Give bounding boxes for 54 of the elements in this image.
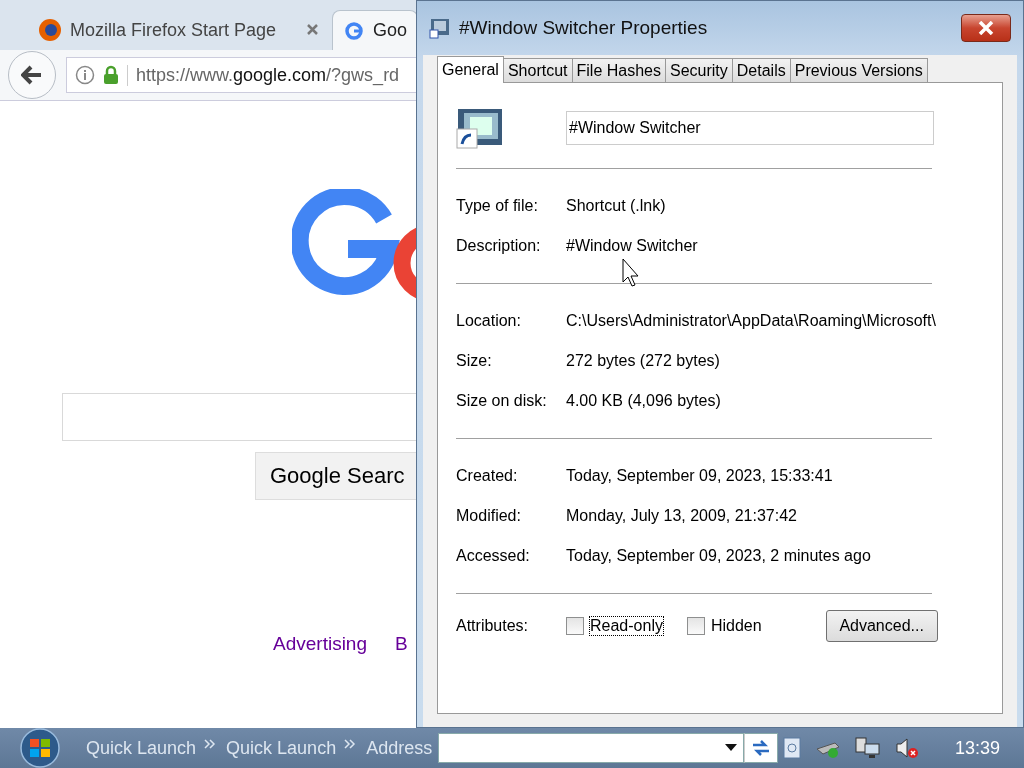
dialog-tab[interactable]: File Hashes bbox=[571, 58, 666, 83]
property-label: Modified: bbox=[456, 507, 522, 525]
checkbox[interactable] bbox=[566, 617, 584, 635]
property-value: Today, September 09, 2023, 2 minutes ago bbox=[566, 547, 871, 565]
dialog-tab[interactable]: Previous Versions bbox=[789, 58, 928, 83]
url-text: https://www.google.com/?gws_rd bbox=[127, 64, 400, 86]
property-value: 272 bytes (272 bytes) bbox=[566, 352, 720, 370]
close-tab-icon[interactable] bbox=[307, 24, 318, 35]
property-value: Monday, July 13, 2009, 21:37:42 bbox=[566, 507, 797, 525]
dialog-tab[interactable]: Details bbox=[731, 58, 791, 83]
lock-icon bbox=[103, 65, 119, 85]
property-label: Accessed: bbox=[456, 547, 531, 565]
name-field[interactable]: #Window Switcher bbox=[566, 111, 934, 145]
property-value: Today, September 09, 2023, 15:33:41 bbox=[566, 467, 833, 485]
back-button[interactable] bbox=[8, 51, 56, 99]
checkbox-label[interactable]: Hidden bbox=[710, 617, 762, 635]
advanced-button[interactable]: Advanced... bbox=[825, 610, 938, 642]
property-value: #Window Switcher bbox=[566, 237, 698, 255]
dialog-tab[interactable]: Shortcut bbox=[502, 58, 573, 83]
property-label: Created: bbox=[456, 467, 519, 485]
property-value: 4.00 KB (4,096 bytes) bbox=[566, 392, 721, 410]
back-arrow-icon bbox=[21, 65, 43, 85]
cursor-icon bbox=[622, 258, 642, 288]
property-label: Size: bbox=[456, 352, 493, 370]
clock[interactable]: 13:39 bbox=[954, 737, 1000, 759]
property-label: Location: bbox=[456, 312, 522, 330]
checkbox[interactable] bbox=[686, 617, 705, 635]
window-title: #Window Switcher Properties bbox=[459, 17, 708, 39]
property-label: Size on disk: bbox=[456, 392, 548, 410]
dropdown-arrow-icon bbox=[725, 744, 738, 752]
muted-speaker-icon bbox=[894, 736, 919, 760]
dialog-tab[interactable]: Security bbox=[665, 58, 733, 83]
toolbar-label: Address bbox=[366, 737, 433, 759]
browser-tab[interactable]: Mozilla Firefox Start Page bbox=[28, 10, 328, 50]
document-icon bbox=[782, 737, 801, 759]
go-button[interactable] bbox=[744, 733, 779, 763]
property-label: Attributes: bbox=[456, 617, 530, 635]
dialog-tab[interactable]: General bbox=[437, 56, 504, 83]
shortcut-icon bbox=[429, 17, 451, 39]
address-combobox[interactable] bbox=[438, 733, 745, 763]
property-value: Shortcut (.lnk) bbox=[566, 197, 666, 215]
browser-tab[interactable]: Goo bbox=[332, 10, 419, 50]
close-button[interactable] bbox=[961, 14, 1011, 42]
footer-link[interactable]: B bbox=[395, 633, 408, 655]
go-arrows-icon bbox=[751, 739, 772, 757]
shortcut-icon bbox=[456, 107, 504, 149]
close-icon bbox=[978, 21, 994, 35]
property-value: C:\Users\Administrator\AppData\Roaming\Microsoft\ bbox=[566, 312, 936, 330]
checkbox-label[interactable]: Read-only bbox=[590, 617, 663, 635]
property-label: Description: bbox=[456, 237, 542, 255]
info-icon bbox=[75, 65, 95, 85]
footer-link[interactable]: Advertising bbox=[273, 633, 367, 655]
property-label: Type of file: bbox=[456, 197, 539, 215]
network-icon bbox=[854, 736, 881, 760]
